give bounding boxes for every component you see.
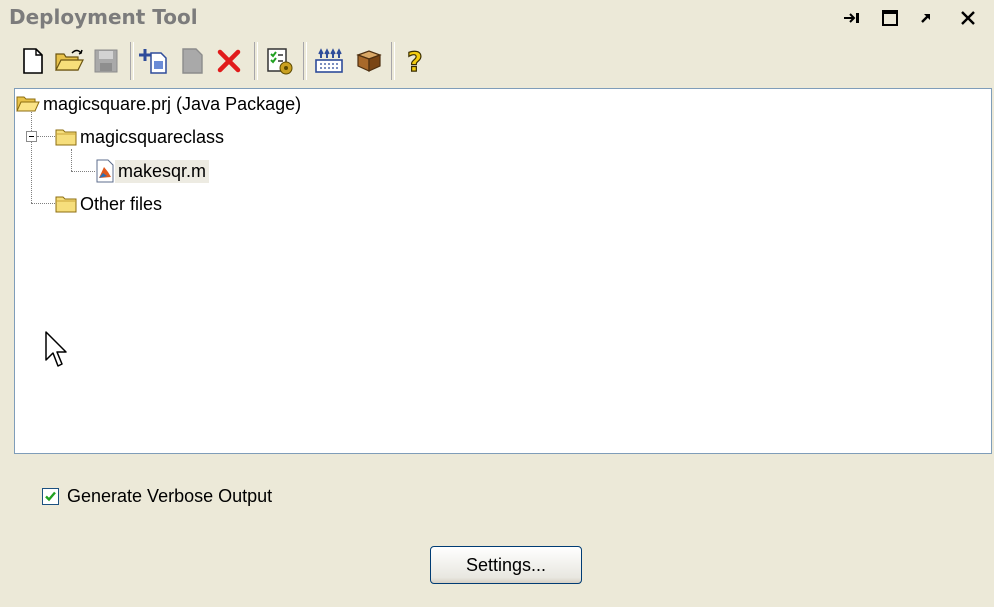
- tree-node-label: makesqr.m: [115, 159, 210, 183]
- tree-node-folder-magicsquareclass[interactable]: magicsquareclass: [55, 123, 227, 151]
- toolbar-separator: [391, 42, 395, 80]
- close-icon: [961, 11, 975, 25]
- undock-icon: [921, 14, 930, 23]
- verbose-output-option[interactable]: Generate Verbose Output: [42, 486, 272, 507]
- delete-x-icon: [217, 49, 241, 73]
- new-project-button[interactable]: [16, 44, 50, 78]
- pin-icon: [844, 13, 859, 23]
- package-icon: [315, 48, 343, 73]
- tree-node-folder-other-files[interactable]: Other files: [55, 190, 165, 218]
- checkmark-icon: [45, 491, 56, 502]
- box-icon: [356, 50, 382, 72]
- matlab-file-icon: [96, 159, 114, 183]
- save-icon: [94, 49, 118, 73]
- toolbar-separator: [130, 42, 134, 80]
- add-file-button[interactable]: [137, 44, 171, 78]
- help-button[interactable]: ?: [398, 44, 432, 78]
- toolbar-separator: [254, 42, 258, 80]
- add-file-icon: [139, 49, 167, 74]
- toolbar-separator: [303, 42, 307, 80]
- folder-icon: [55, 196, 77, 213]
- tree-node-label: magicsquareclass: [80, 126, 225, 147]
- box-button[interactable]: [352, 44, 386, 78]
- project-tree[interactable]: magicsquare.prj (Java Package) magicsqua…: [14, 88, 992, 454]
- verbose-output-checkbox[interactable]: [42, 488, 59, 505]
- tree-node-label: magicsquare.prj (Java Package): [43, 93, 302, 114]
- close-button[interactable]: [956, 6, 980, 30]
- undock-button[interactable]: [914, 6, 938, 30]
- tree-connector: [31, 203, 55, 204]
- tree-node-label: Other files: [80, 193, 163, 214]
- tree-node-file-makesqr[interactable]: makesqr.m: [95, 157, 210, 185]
- package-button[interactable]: [312, 44, 346, 78]
- tree-connector: [31, 112, 32, 203]
- maximize-button[interactable]: [878, 6, 902, 30]
- tree-connector: [71, 171, 95, 172]
- maximize-icon: [882, 10, 898, 26]
- verbose-output-label: Generate Verbose Output: [67, 486, 273, 506]
- open-project-button[interactable]: [52, 44, 86, 78]
- open-folder-icon: [55, 49, 84, 71]
- pin-button[interactable]: [840, 6, 864, 30]
- tree-connector: [71, 149, 72, 171]
- build-icon: [267, 48, 293, 75]
- remove-file-button[interactable]: [175, 44, 209, 78]
- collapse-toggle[interactable]: [26, 131, 37, 142]
- svg-text:?: ?: [407, 47, 423, 76]
- mouse-cursor-icon: [45, 331, 67, 367]
- save-project-button[interactable]: [89, 44, 123, 78]
- title-bar: Deployment Tool: [0, 0, 994, 36]
- new-file-icon: [23, 48, 43, 74]
- folder-icon: [55, 129, 77, 146]
- help-icon: ?: [406, 46, 423, 76]
- tree-node-project[interactable]: magicsquare.prj (Java Package): [16, 90, 304, 118]
- settings-button[interactable]: Settings...: [430, 546, 582, 584]
- open-folder-icon: [16, 96, 40, 112]
- toolbar: ?: [0, 36, 994, 86]
- window-title: Deployment Tool: [9, 5, 198, 29]
- build-button[interactable]: [262, 44, 296, 78]
- delete-button[interactable]: [212, 44, 246, 78]
- file-icon: [182, 48, 203, 74]
- tree-connector: [37, 136, 55, 137]
